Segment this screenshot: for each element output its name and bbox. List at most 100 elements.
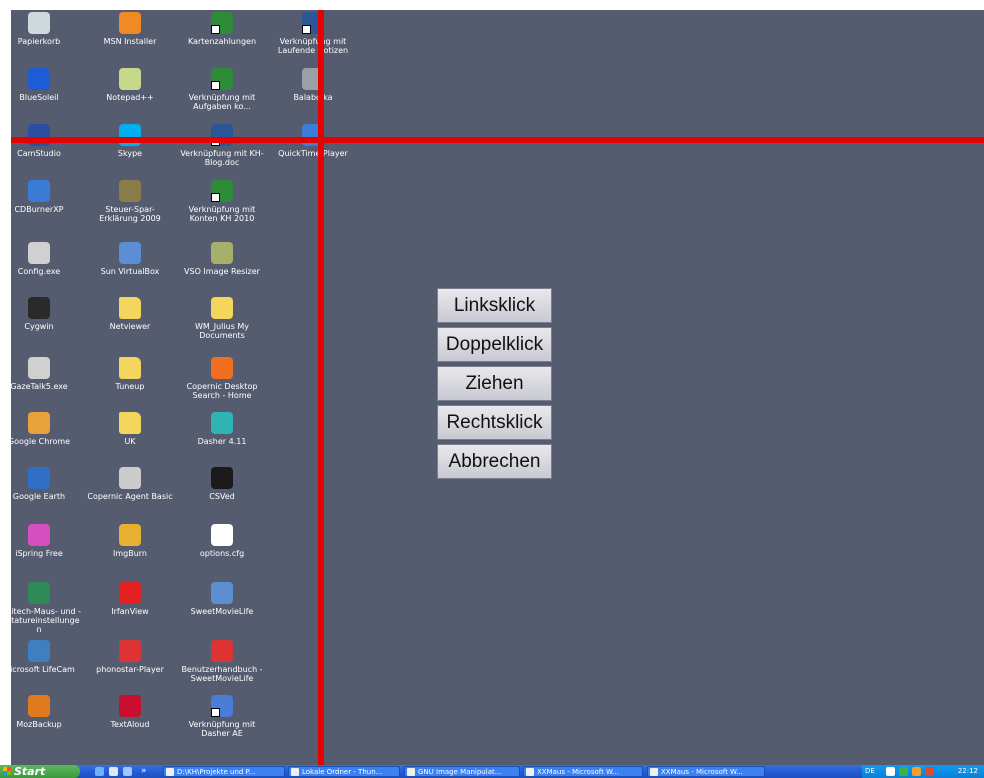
desktop-icon[interactable]: Balabolka	[270, 68, 356, 102]
desktop-icon[interactable]: Google Earth	[11, 467, 82, 501]
desktop-icon-label: Benutzerhandbuch - SweetMovieLife	[181, 665, 263, 683]
cancel-button[interactable]: Abbrechen	[437, 444, 552, 479]
desktop-icon[interactable]: Verknüpfung mit Aufgaben ko...	[179, 68, 265, 111]
browser-quicklaunch-icon[interactable]	[95, 767, 104, 776]
media-quicklaunch-icon[interactable]	[123, 767, 132, 776]
taskbar-window-button[interactable]: Lokale Ordner - Thun...	[288, 766, 400, 777]
google-earth-icon	[28, 467, 50, 489]
desktop-icon-label: Config.exe	[17, 267, 61, 276]
desktop-icon[interactable]: Config.exe	[11, 242, 82, 276]
desktop-icon[interactable]: BlueSoleil	[11, 68, 82, 102]
excel-shortcut-icon	[211, 180, 233, 202]
desktop-icon[interactable]: Copernic Desktop Search - Home	[179, 357, 265, 400]
desktop-icon[interactable]: TextAloud	[87, 695, 173, 729]
quicklaunch-overflow-icon[interactable]: »	[141, 765, 147, 777]
desktop-icon-label: Verknüpfung mit Konten KH 2010	[188, 205, 256, 223]
tray-app-icon[interactable]	[899, 767, 908, 776]
notepad-icon	[119, 68, 141, 90]
desktop-icon[interactable]: Kartenzahlungen	[179, 12, 265, 46]
logitech-icon	[28, 582, 50, 604]
desktop-icon[interactable]: Google Chrome	[11, 412, 82, 446]
desktop-icon[interactable]: options.cfg	[179, 524, 265, 558]
desktop-icon[interactable]: IrfanView	[87, 582, 173, 616]
textaloud-icon	[119, 695, 141, 717]
desktop-quicklaunch-icon[interactable]	[109, 767, 118, 776]
desktop-icon[interactable]: MozBackup	[11, 695, 82, 729]
lifecam-icon	[28, 640, 50, 662]
desktop-icon[interactable]: Notepad++	[87, 68, 173, 102]
language-indicator[interactable]: DE	[865, 765, 875, 778]
tray-app-icon[interactable]	[925, 767, 934, 776]
desktop-icon[interactable]: SweetMovieLife	[179, 582, 265, 616]
start-button[interactable]: Start	[0, 765, 80, 778]
image-resizer-icon	[211, 242, 233, 264]
folder-icon	[119, 412, 141, 434]
shortcut-arrow-icon	[211, 708, 220, 717]
desktop-icon[interactable]: Dasher 4.11	[179, 412, 265, 446]
desktop-icon[interactable]: Verknüpfung mit KH-Blog.doc	[179, 124, 265, 167]
word-icon	[650, 768, 658, 776]
shortcut-arrow-icon	[302, 25, 311, 34]
left-click-button[interactable]: Linksklick	[437, 288, 552, 323]
folder-icon	[119, 297, 141, 319]
taskbar-window-button[interactable]: XXMaus - Microsoft W...	[647, 766, 765, 777]
desktop-icon[interactable]: WM_Julius My Documents	[179, 297, 265, 340]
desktop-icon[interactable]: ImgBurn	[87, 524, 173, 558]
desktop-icon[interactable]: Tuneup	[87, 357, 173, 391]
desktop-icon-label: BlueSoleil	[19, 93, 59, 102]
taskbar-window-label: GNU Image Manipulat...	[418, 768, 502, 776]
copernic-agent-icon	[119, 467, 141, 489]
desktop-icon[interactable]: Netviewer	[87, 297, 173, 331]
desktop-icon-label: Google Earth	[12, 492, 66, 501]
desktop-icon[interactable]: Steuer-Spar-Erklärung 2009	[87, 180, 173, 223]
desktop-icon-label: Tuneup	[115, 382, 145, 391]
taskbar-window-button[interactable]: GNU Image Manipulat...	[404, 766, 520, 777]
double-click-button[interactable]: Doppelklick	[437, 327, 552, 362]
desktop-icon[interactable]: Papierkorb	[11, 12, 82, 46]
desktop-icon-label: Verknüpfung mit KH-Blog.doc	[180, 149, 264, 167]
desktop-icon-label: Skype	[117, 149, 143, 158]
desktop-icon[interactable]: UK	[87, 412, 173, 446]
desktop-icon-label: iSpring Free	[15, 549, 63, 558]
desktop-icon[interactable]: Verknüpfung mit Konten KH 2010	[179, 180, 265, 223]
file-icon	[211, 524, 233, 546]
desktop-icon-label: Microsoft LifeCam	[11, 665, 75, 674]
desktop-icon[interactable]: CSVed	[179, 467, 265, 501]
window-icon	[211, 695, 233, 717]
taskbar: Start » D:\KH\Projekte und P... Lokale Or…	[0, 765, 984, 778]
desktop-icon[interactable]: Sun VirtualBox	[87, 242, 173, 276]
desktop-icon[interactable]: VSO Image Resizer	[179, 242, 265, 276]
desktop-icon[interactable]: phonostar-Player	[87, 640, 173, 674]
desktop-icon-label: Copernic Agent Basic	[87, 492, 173, 501]
desktop-icon[interactable]: Verknüpfung mit Laufende Notizen	[270, 12, 356, 55]
desktop-icon-label: Notepad++	[106, 93, 154, 102]
tray-app-icon[interactable]	[912, 767, 921, 776]
imgburn-icon	[119, 524, 141, 546]
desktop-icon-label: ImgBurn	[112, 549, 147, 558]
desktop-icon[interactable]: Verknüpfung mit Dasher AE	[179, 695, 265, 738]
taskbar-window-button[interactable]: D:\KH\Projekte und P...	[163, 766, 285, 777]
desktop-icon[interactable]: Logitech-Maus- und -Tastatureinstellunge…	[11, 582, 82, 634]
irfanview-icon	[119, 582, 141, 604]
desktop-icon[interactable]: GazeTalk5.exe	[11, 357, 82, 391]
desktop-icon-label: options.cfg	[199, 549, 245, 558]
crosshair-vertical-line	[318, 10, 324, 765]
drag-button[interactable]: Ziehen	[437, 366, 552, 401]
csved-icon	[211, 467, 233, 489]
desktop-icon[interactable]: Cygwin	[11, 297, 82, 331]
desktop-icon[interactable]: Copernic Agent Basic	[87, 467, 173, 501]
desktop-icon[interactable]: MSN Installer	[87, 12, 173, 46]
tray-app-icon[interactable]	[886, 767, 895, 776]
right-click-button[interactable]: Rechtsklick	[437, 405, 552, 440]
desktop-icon-label: Verknüpfung mit Dasher AE	[188, 720, 256, 738]
desktop-icon[interactable]: Microsoft LifeCam	[11, 640, 82, 674]
desktop-icon[interactable]: Benutzerhandbuch - SweetMovieLife	[179, 640, 265, 683]
desktop-icon[interactable]: CDBurnerXP	[11, 180, 82, 214]
documents-folder-icon	[211, 297, 233, 319]
desktop-icon-label: CSVed	[209, 492, 235, 501]
desktop-icon[interactable]: iSpring Free	[11, 524, 82, 558]
taskbar-window-button[interactable]: XXMaus - Microsoft W...	[523, 766, 643, 777]
taskbar-window-label: D:\KH\Projekte und P...	[177, 768, 256, 776]
desktop-icon-label: MSN Installer	[103, 37, 157, 46]
start-label: Start	[14, 765, 46, 778]
